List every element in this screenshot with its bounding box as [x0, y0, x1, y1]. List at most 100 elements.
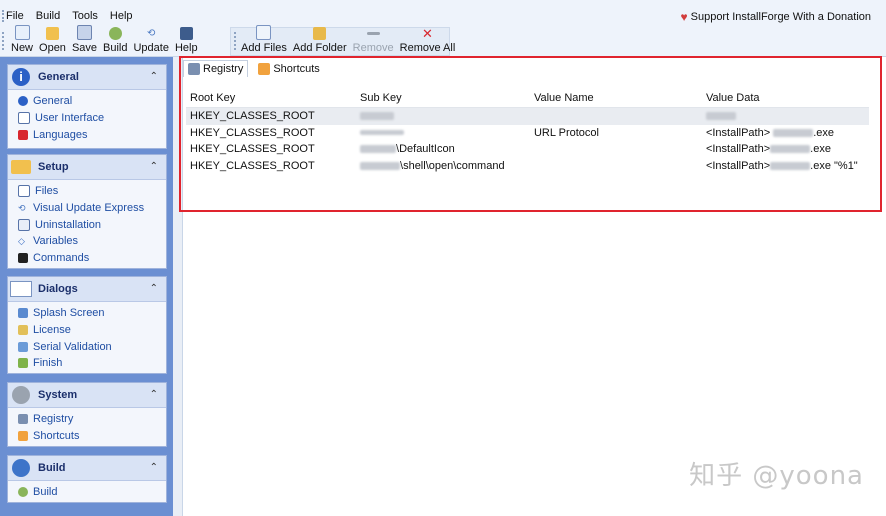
add-files-button[interactable]: Add Files — [238, 25, 290, 54]
toolbar-grip — [2, 32, 6, 50]
build-gear-icon — [108, 27, 122, 40]
panel-setup: Setup ⌃ Files ⟲ Visual Update Express Uni… — [7, 154, 167, 269]
sidebar-item-label: Shortcuts — [33, 430, 80, 443]
help-book-icon — [179, 27, 193, 40]
registry-icon — [18, 414, 28, 425]
sidebar-item-general[interactable]: General — [8, 93, 166, 110]
sidebar-item-label: License — [33, 324, 71, 337]
license-icon — [18, 325, 28, 336]
collapse-icon[interactable]: ⌃ — [150, 389, 158, 400]
sidebar-item-label: General — [33, 95, 73, 108]
highlight-box — [179, 56, 882, 212]
info-icon: i — [10, 66, 32, 88]
sidebar-item-label: Variables — [33, 235, 79, 248]
collapse-icon[interactable]: ⌃ — [150, 462, 158, 473]
update-icon: ⟲ — [18, 203, 26, 214]
save-label: Save — [71, 42, 98, 54]
remove-label: Remove — [352, 42, 394, 54]
uninstall-icon — [18, 218, 30, 231]
add-file-icon — [256, 25, 272, 40]
variables-icon: ◇ — [18, 236, 25, 247]
add-folder-label: Add Folder — [292, 42, 347, 54]
menu-bar: File Build Tools Help — [6, 10, 133, 22]
panel-build-title: Build — [38, 462, 66, 474]
update-button[interactable]: ⟲ Update — [130, 27, 171, 54]
console-icon — [18, 253, 28, 264]
sidebar-item-label: Build — [33, 486, 58, 499]
open-button[interactable]: Open — [36, 27, 69, 54]
update-label: Update — [133, 42, 169, 54]
gears-icon — [10, 384, 32, 406]
menu-toolbar-area: File Build Tools Help ♥ Support InstallF… — [0, 0, 886, 57]
add-files-label: Add Files — [241, 42, 287, 54]
sidebar-item-label: Finish — [33, 357, 63, 370]
menu-tools[interactable]: Tools — [72, 10, 98, 22]
sidebar-item-visual-update-express[interactable]: ⟲ Visual Update Express — [8, 200, 166, 217]
collapse-icon[interactable]: ⌃ — [150, 161, 158, 172]
folder-open-icon — [45, 27, 59, 40]
sidebar-item-files[interactable]: Files — [8, 183, 166, 200]
menu-build[interactable]: Build — [36, 10, 60, 22]
sidebar-item-variables[interactable]: ◇ Variables — [8, 233, 166, 250]
save-button[interactable]: Save — [69, 25, 100, 54]
panel-general-header[interactable]: i General ⌃ — [8, 65, 166, 90]
sidebar-item-finish[interactable]: Finish — [8, 355, 166, 372]
sidebar-item-license[interactable]: License — [8, 322, 166, 339]
panel-build-header[interactable]: Build ⌃ — [8, 456, 166, 481]
info-icon — [18, 96, 28, 107]
sidebar-item-label: User Interface — [35, 112, 105, 125]
new-file-icon — [14, 25, 30, 40]
sidebar-item-user-interface[interactable]: User Interface — [8, 110, 166, 127]
sidebar-item-serial-validation[interactable]: Serial Validation — [8, 338, 166, 355]
flag-icon — [18, 129, 28, 140]
image-icon — [18, 308, 28, 319]
panel-setup-header[interactable]: Setup ⌃ — [8, 155, 166, 180]
add-folder-icon — [313, 27, 327, 40]
sidebar-item-uninstallation[interactable]: Uninstallation — [8, 216, 166, 233]
sidebar-item-commands[interactable]: Commands — [8, 250, 166, 267]
remove-button[interactable]: Remove — [350, 27, 397, 54]
minus-icon — [366, 32, 380, 35]
open-label: Open — [39, 42, 66, 54]
sidebar-item-label: Commands — [33, 252, 90, 265]
sidebar-item-label: Uninstallation — [35, 218, 102, 231]
help-label: Help — [174, 42, 198, 54]
sidebar-item-label: Registry — [33, 413, 74, 426]
menu-file[interactable]: File — [6, 10, 24, 22]
panel-system-title: System — [38, 389, 78, 401]
add-folder-button[interactable]: Add Folder — [290, 27, 350, 54]
file-toolbar: Add Files Add Folder Remove ✕ Remove All — [238, 25, 459, 54]
sidebar-item-label: Files — [35, 185, 59, 198]
donation-text: Support InstallForge With a Donation — [690, 11, 871, 23]
new-button[interactable]: New — [8, 25, 36, 54]
sidebar-item-label: Splash Screen — [33, 307, 105, 320]
shortcut-icon — [18, 431, 28, 442]
sidebar-item-shortcuts[interactable]: Shortcuts — [8, 428, 166, 445]
menu-help[interactable]: Help — [110, 10, 133, 22]
finish-icon — [18, 358, 28, 369]
folder-icon — [10, 156, 32, 178]
sidebar-item-languages[interactable]: Languages — [8, 126, 166, 143]
sidebar-item-splash-screen[interactable]: Splash Screen — [8, 305, 166, 322]
donation-link[interactable]: ♥ Support InstallForge With a Donation — [681, 10, 872, 24]
panel-dialogs-title: Dialogs — [38, 283, 78, 295]
key-icon — [18, 341, 28, 352]
collapse-icon[interactable]: ⌃ — [150, 71, 158, 82]
new-label: New — [11, 42, 34, 54]
sidebar-item-registry[interactable]: Registry — [8, 411, 166, 428]
help-button[interactable]: Help — [172, 27, 201, 54]
remove-all-button[interactable]: ✕ Remove All — [397, 27, 459, 54]
dialog-icon — [10, 278, 32, 300]
window-icon — [18, 112, 30, 125]
panel-system-header[interactable]: System ⌃ — [8, 383, 166, 408]
panel-general-title: General — [38, 71, 79, 83]
build-button[interactable]: Build — [100, 27, 130, 54]
sidebar-item-build[interactable]: Build — [8, 484, 166, 501]
sidebar-item-label: Serial Validation — [33, 340, 112, 353]
panel-dialogs-header[interactable]: Dialogs ⌃ — [8, 277, 166, 302]
save-icon — [76, 25, 92, 40]
panel-build: Build ⌃ Build — [7, 455, 167, 503]
sidebar-item-label: Visual Update Express — [33, 202, 145, 215]
update-icon: ⟲ — [147, 28, 156, 39]
collapse-icon[interactable]: ⌃ — [150, 283, 158, 294]
